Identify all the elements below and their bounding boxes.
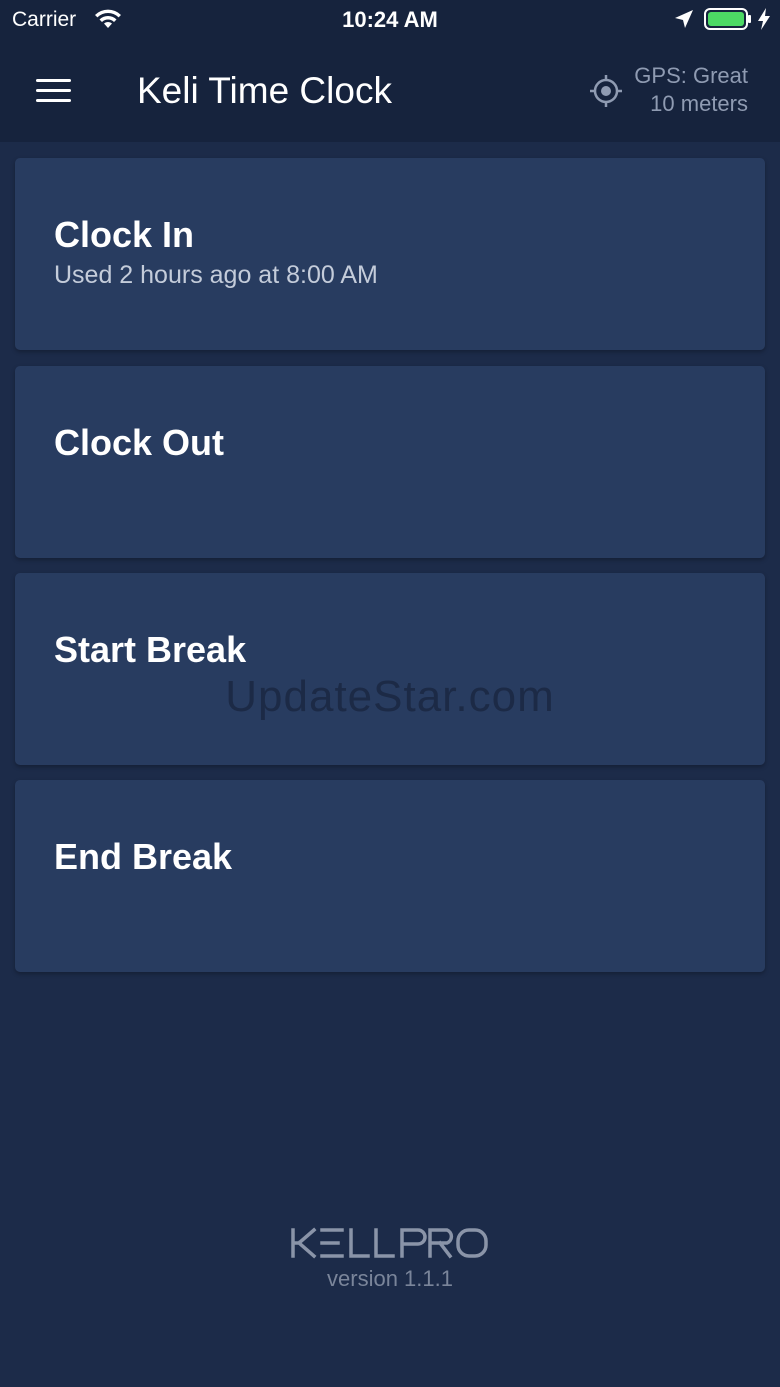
clock-in-last-used: Used 2 hours ago at 8:00 AM — [54, 261, 378, 289]
clock-out-title: Clock Out — [54, 422, 225, 463]
gps-target-icon — [590, 75, 622, 107]
status-bar: Carrier 10:24 AM — [0, 0, 780, 40]
version-label: version 1.1.1 — [327, 1266, 453, 1291]
charging-bolt-icon — [758, 8, 770, 30]
nav-header: Keli Time Clock GPS: Great 10 meters — [0, 40, 780, 142]
watermark: UpdateStar.com — [225, 672, 555, 721]
gps-status: GPS: Great 10 meters — [634, 62, 748, 118]
battery-icon — [704, 8, 751, 30]
location-arrow-icon — [675, 10, 693, 28]
page-title: Keli Time Clock — [137, 70, 392, 111]
end-break-title: End Break — [54, 836, 233, 877]
gps-accuracy-label: 10 meters — [650, 91, 748, 116]
time-clock-screen: Carrier 10:24 AM Keli Time Clock GPS: Gr… — [0, 0, 780, 1387]
clock-time: 10:24 AM — [342, 7, 438, 32]
start-break-button[interactable]: Start Break — [15, 573, 765, 765]
clock-in-title: Clock In — [54, 214, 195, 255]
clock-in-button[interactable]: Clock In Used 2 hours ago at 8:00 AM — [15, 158, 765, 350]
clock-out-button[interactable]: Clock Out — [15, 366, 765, 558]
gps-quality-label: GPS: Great — [634, 63, 748, 88]
top-bar: Carrier 10:24 AM Keli Time Clock GPS: Gr… — [0, 0, 780, 142]
end-break-button[interactable]: End Break — [15, 780, 765, 972]
start-break-title: Start Break — [54, 629, 247, 670]
menu-icon[interactable] — [36, 79, 71, 104]
kellpro-logo — [291, 1227, 488, 1259]
